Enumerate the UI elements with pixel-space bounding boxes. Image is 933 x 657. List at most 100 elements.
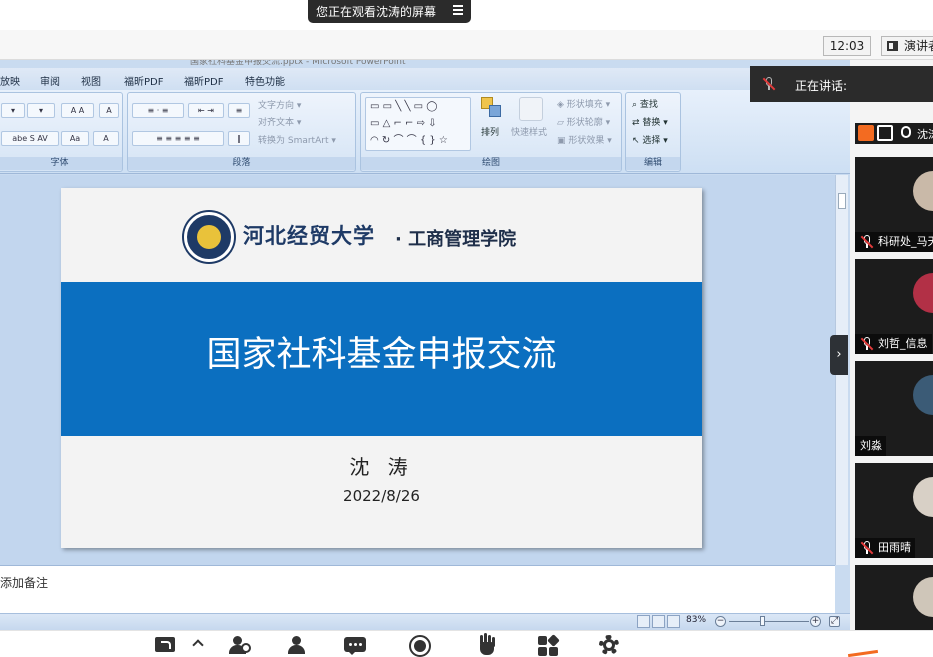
mic-muted-icon [860,337,874,351]
shape-effects-button[interactable]: ▣ 形状效果 ▾ [557,133,612,146]
shapes-gallery[interactable]: ▭ ▭ ╲ ╲ ▭ ◯ ▭ △ ⌐ ⌐ ⇨ ⇩ ◠ ↻ ⌒ ⌒ { } ☆ [365,97,471,151]
align-text-button[interactable]: 对齐文本 ▾ [258,115,301,128]
change-case-button[interactable]: Aa [61,131,89,146]
zoom-slider-thumb[interactable] [760,616,765,626]
font-group: ▾ ▾ A A A abe S AV Aa A 字体 [0,92,123,172]
tab-review[interactable]: 审阅 [40,73,60,88]
share-banner: 您正在观看沈涛的屏幕 [308,0,471,23]
participant-tile[interactable]: 科研处_马天 [855,157,933,252]
participants-icon[interactable] [285,635,309,655]
participant-name-bar: 刘哲_信息 [855,334,932,354]
tab-foxit-pdf-2[interactable]: 福昕PDF [184,73,223,88]
convert-smartart-button[interactable]: 转换为 SmartArt ▾ [258,133,336,146]
arrange-icon[interactable] [481,97,507,121]
replace-button[interactable]: ⇄ 替换 ▾ [632,115,668,128]
slide-sorter-button[interactable] [652,615,665,628]
participant-name: 刘哲_信息 [878,337,928,350]
drawing-group-label: 绘图 [361,157,621,170]
zoom-out-button[interactable]: − [715,616,726,627]
participant-tile[interactable]: 田雨晴 [855,463,933,558]
speaker-view-button[interactable]: 演讲者视图 [881,36,933,56]
paragraph-align-buttons[interactable]: ≡ ≡ ≡ ≡ ≡ [132,131,224,146]
shape-effects-label: 形状效果 [568,136,605,146]
line-spacing-button[interactable]: ≡ [228,103,250,118]
tab-special-features[interactable]: 特色功能 [245,73,285,88]
tab-view[interactable]: 视图 [81,73,101,88]
fit-window-button[interactable]: ⤢ [829,616,840,627]
participant-tile[interactable]: 刘淼 [855,361,933,456]
raise-hand-icon[interactable] [475,633,499,655]
participant-name-bar: 田雨晴 [855,538,915,558]
avatar [913,375,933,415]
text-direction-button[interactable]: 文字方向 ▾ [258,98,301,111]
slide-canvas[interactable]: 河北经贸大学 · 工商管理学院 国家社科基金申报交流 沈 涛 2022/8/26 [61,188,702,548]
avatar-icon [858,125,874,141]
columns-button[interactable]: ‖ [228,131,250,146]
invite-icon[interactable] [226,635,251,655]
slide-date: 2022/8/26 [343,487,420,505]
editing-group: ⌕ 查找 ⇄ 替换 ▾ ↖ 选择 ▾ 编辑 [625,92,681,172]
chat-icon[interactable] [343,635,367,655]
participant-tile[interactable]: 刘哲_信息 [855,259,933,354]
drawing-group: ▭ ▭ ╲ ╲ ▭ ◯ ▭ △ ⌐ ⌐ ⇨ ⇩ ◠ ↻ ⌒ ⌒ { } ☆ 排列 快… [360,92,622,172]
font-grow-shrink-button[interactable]: A A [61,103,94,118]
self-name: 沈涛 [917,128,933,141]
settings-icon[interactable] [598,635,622,655]
zoom-slider-track[interactable] [729,621,809,622]
shape-fill-button[interactable]: ◈ 形状填充 ▾ [557,97,610,110]
shape-outline-label: 形状轮廓 [566,118,603,128]
ribbon-tabs: 放映 审阅 视图 福昕PDF 福昕PDF 特色功能 [0,68,850,90]
record-icon[interactable] [409,635,433,657]
font-style-buttons[interactable]: abe S AV [1,131,59,146]
slide-author: 沈 涛 [349,455,414,479]
speaking-indicator: 正在讲话: [750,66,933,102]
collapse-panel-button[interactable]: › [830,335,848,375]
notes-pane[interactable]: 添加备注 [0,565,835,613]
clear-format-button[interactable]: A [99,103,119,118]
bullets-button[interactable]: ≡ · ≡ [132,103,184,118]
mic-muted-icon [860,541,874,555]
font-color-button[interactable]: A [93,131,119,146]
select-label: 选择 [642,136,661,146]
apps-icon[interactable] [537,634,561,656]
paragraph-group: ≡ · ≡ ⇤ ⇥ ≡ 文字方向 ▾ 对齐文本 ▾ 转换为 SmartArt ▾… [127,92,356,172]
font-name-select[interactable]: ▾ [1,103,25,118]
participant-name-bar: 刘淼 [855,436,886,456]
shape-outline-button[interactable]: ▱ 形状轮廓 ▾ [557,115,610,128]
notes-placeholder: 添加备注 [0,576,49,590]
select-button[interactable]: ↖ 选择 ▾ [632,133,668,146]
mic-muted-icon [860,235,874,249]
indent-button[interactable]: ⇤ ⇥ [188,103,224,118]
self-participant-row[interactable]: 沈涛 [855,123,933,144]
align-text-label: 对齐文本 [258,118,295,128]
quick-styles-icon[interactable] [519,97,543,121]
zoom-level: 83% [686,615,707,625]
slideshow-view-button[interactable] [667,615,680,628]
participant-name-bar: 科研处_马天 [855,232,933,252]
screen-share-icon [877,125,893,141]
text-direction-label: 文字方向 [258,101,295,111]
speaker-view-icon [887,41,898,51]
microphone-icon [901,126,911,138]
scrollbar-thumb[interactable] [838,193,846,209]
meeting-toolbar [0,630,933,657]
editing-group-label: 编辑 [626,157,680,170]
zoom-in-button[interactable]: + [810,616,821,627]
ppt-window-title: 国家社科基金申报交流.pptx - Microsoft PowerPoint [190,60,406,66]
avatar [913,477,933,517]
slide-college-name: · 工商管理学院 [395,229,517,250]
mic-muted-icon [762,77,776,91]
meeting-top-bar [0,30,933,60]
tab-slideshow[interactable]: 放映 [0,73,20,88]
font-group-label: 字体 [0,157,122,170]
speaking-label: 正在讲话: [795,79,848,93]
arrange-label: 排列 [481,128,500,138]
participant-tile[interactable] [855,565,933,630]
share-screen-icon[interactable] [153,635,177,655]
tab-foxit-pdf[interactable]: 福昕PDF [124,73,163,88]
font-size-select[interactable]: ▾ [27,103,55,118]
find-button[interactable]: ⌕ 查找 [632,97,658,110]
paragraph-group-label: 段落 [128,157,355,170]
normal-view-button[interactable] [637,615,650,628]
menu-icon[interactable] [453,5,463,15]
